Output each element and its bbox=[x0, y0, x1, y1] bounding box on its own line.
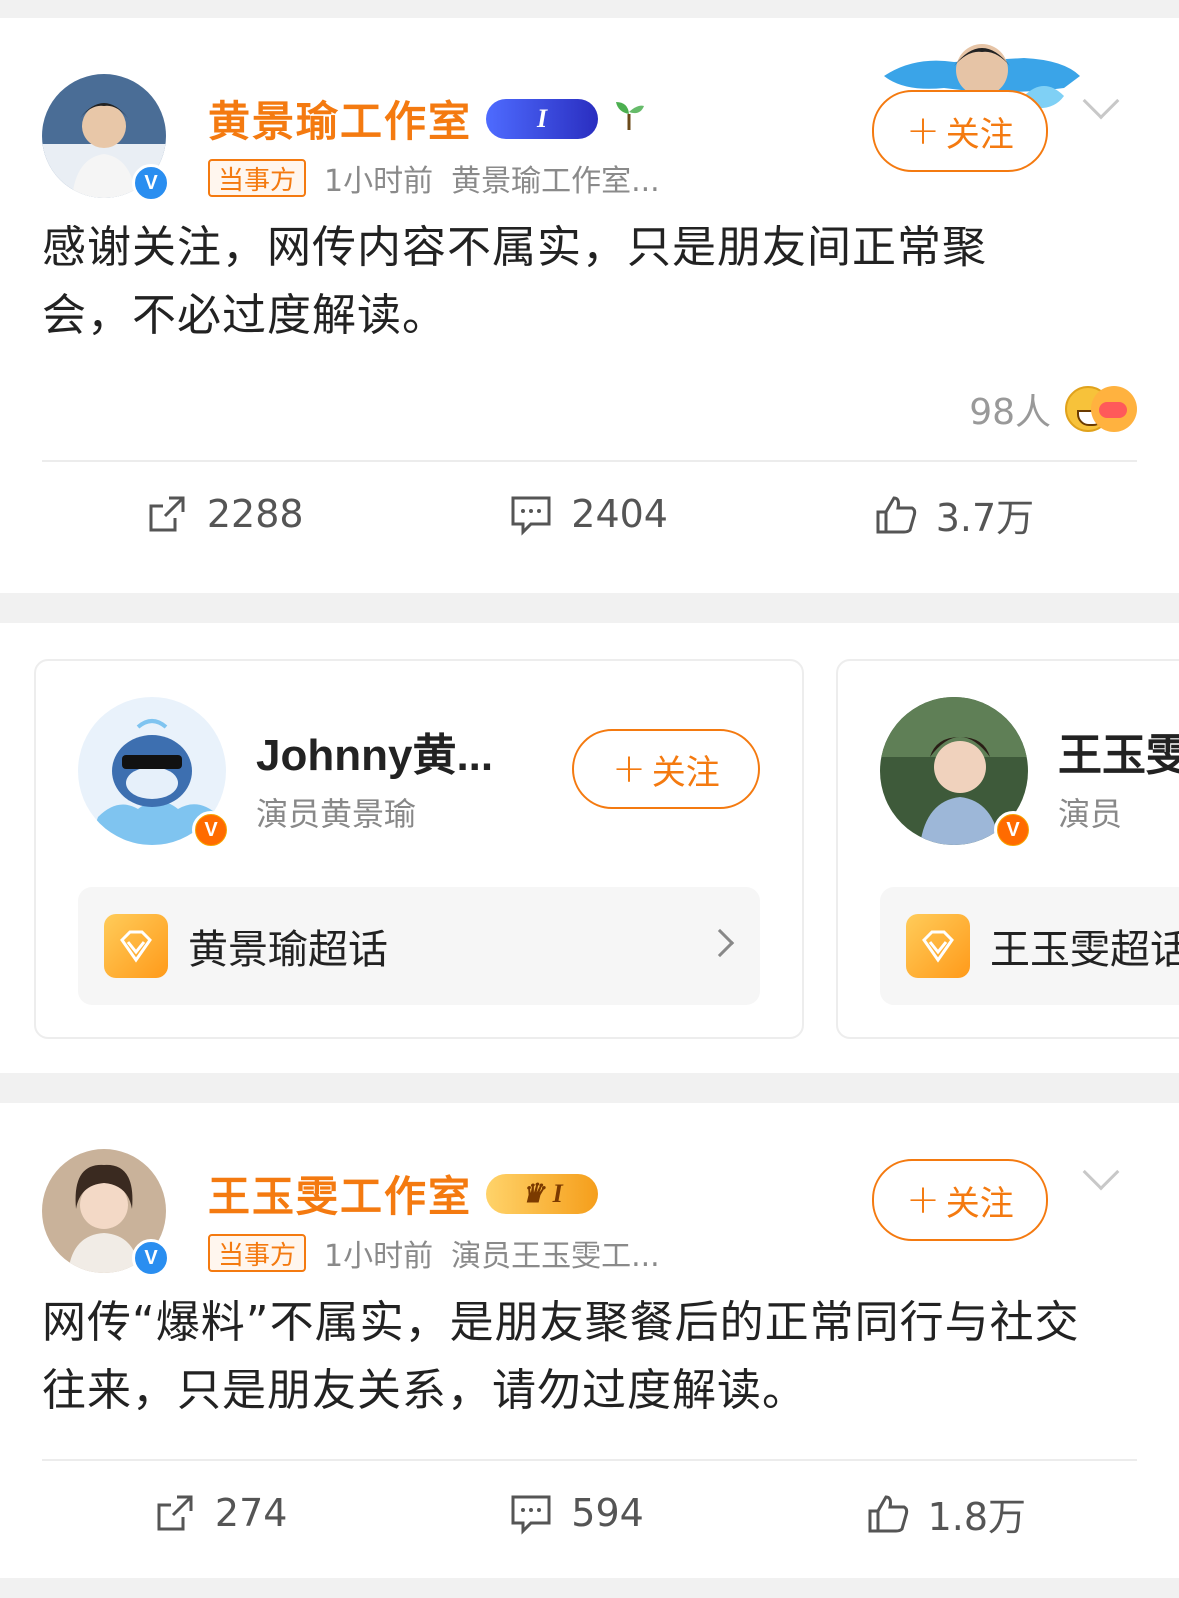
verified-badge-icon: V bbox=[132, 164, 170, 202]
plus-icon: + bbox=[906, 108, 940, 154]
avatar[interactable]: V bbox=[78, 697, 230, 849]
post-card-2: V 王玉雯工作室 ♛ I 当事方 1小时前 演员王玉雯工... + 关注 网传“爆… bbox=[0, 1103, 1179, 1578]
follow-button[interactable]: + 关注 bbox=[872, 1159, 1048, 1241]
reaction-count: 98人 bbox=[969, 392, 1051, 433]
super-topic-label: 王玉雯超话 bbox=[990, 927, 1179, 973]
whale-level-badge-icon[interactable]: I bbox=[486, 98, 599, 139]
author-row: 王玉雯工作室 ♛ I bbox=[208, 1163, 599, 1224]
post-header: V 王玉雯工作室 ♛ I 当事方 1小时前 演员王玉雯工... + 关注 bbox=[42, 1103, 1137, 1293]
comment-button[interactable]: 594 bbox=[509, 1491, 644, 1535]
comment-button[interactable]: 2404 bbox=[509, 492, 668, 536]
action-bar: 2288 2404 3.7万 bbox=[42, 462, 1137, 566]
verified-badge-icon: V bbox=[132, 1239, 170, 1277]
repost-count: 274 bbox=[214, 1491, 288, 1535]
section-gap bbox=[0, 1073, 1179, 1103]
repost-icon bbox=[157, 1495, 193, 1531]
diamond-icon bbox=[104, 914, 168, 978]
comment-icon bbox=[511, 496, 551, 536]
level-text: I bbox=[536, 103, 548, 133]
avatar[interactable]: V bbox=[880, 697, 1032, 849]
comment-count: 594 bbox=[571, 1491, 644, 1535]
follow-label: 关注 bbox=[945, 1183, 1014, 1224]
like-button[interactable]: 3.7万 bbox=[874, 487, 1034, 542]
chevron-right-icon bbox=[705, 928, 735, 958]
party-tag: 当事方 bbox=[208, 1234, 307, 1272]
meta-row: 当事方 1小时前 演员王玉雯工... bbox=[208, 1231, 660, 1275]
post-time: 1小时前 bbox=[324, 1239, 434, 1274]
like-count: 1.8万 bbox=[927, 1494, 1027, 1539]
author-name[interactable]: 黄景瑜工作室 bbox=[208, 88, 472, 149]
chevron-down-icon[interactable] bbox=[1082, 82, 1120, 120]
verified-badge-icon: V bbox=[192, 811, 230, 849]
post-content: 网传“爆料”不属实，是朋友聚餐后的正常同行与社交往来，只是朋友关系，请勿过度解读… bbox=[42, 1297, 1080, 1416]
thumbs-up-icon bbox=[876, 496, 916, 534]
recommend-card[interactable]: V 王玉雯 演员 王玉雯超话 bbox=[836, 659, 1179, 1039]
like-count: 3.7万 bbox=[935, 495, 1035, 540]
recommend-subtitle: 演员黄景瑜 bbox=[256, 795, 417, 833]
verified-badge-icon: V bbox=[994, 811, 1032, 849]
reaction-emojis bbox=[1065, 386, 1137, 432]
author-name[interactable]: 王玉雯工作室 bbox=[208, 1163, 472, 1224]
author-row: 黄景瑜工作室 I bbox=[208, 88, 646, 149]
super-topic-link[interactable]: 黄景瑜超话 bbox=[78, 887, 760, 1005]
follow-button[interactable]: + 关注 bbox=[572, 729, 760, 809]
comment-count: 2404 bbox=[571, 492, 668, 536]
comment-icon bbox=[511, 1495, 551, 1535]
diamond-icon bbox=[906, 914, 970, 978]
super-topic-label: 黄景瑜超话 bbox=[188, 927, 388, 973]
repost-count: 2288 bbox=[206, 492, 304, 536]
recommend-section: V Johnny黄... 演员黄景瑜 + 关注 黄景瑜超话 V 王玉雯 演员 王… bbox=[0, 623, 1179, 1073]
post-source: 黄景瑜工作室... bbox=[451, 164, 660, 199]
recommend-name[interactable]: Johnny黄... bbox=[256, 719, 493, 783]
recommend-card[interactable]: V Johnny黄... 演员黄景瑜 + 关注 黄景瑜超话 bbox=[34, 659, 804, 1039]
section-gap bbox=[0, 593, 1179, 623]
post-time: 1小时前 bbox=[324, 164, 434, 199]
like-button[interactable]: 1.8万 bbox=[866, 1486, 1026, 1541]
crown-level-badge-icon[interactable]: ♛ I bbox=[486, 1173, 599, 1214]
crown-icon: ♛ bbox=[521, 1178, 545, 1208]
level-text: I bbox=[552, 1178, 563, 1208]
hug-emoji-icon bbox=[1091, 386, 1137, 432]
recommend-subtitle: 演员 bbox=[1058, 795, 1123, 833]
plus-icon: + bbox=[612, 746, 646, 792]
avatar[interactable]: V bbox=[42, 1149, 170, 1277]
super-topic-link[interactable]: 王玉雯超话 bbox=[880, 887, 1179, 1005]
reaction-summary[interactable]: 98人 bbox=[42, 364, 1137, 454]
action-bar: 274 594 1.8万 bbox=[42, 1461, 1137, 1565]
follow-label: 关注 bbox=[651, 752, 720, 793]
post-header: V 黄景瑜工作室 I 当事方 1小时前 黄景瑜工作室... + 关注 bbox=[42, 18, 1137, 208]
follow-label: 关注 bbox=[945, 114, 1014, 155]
repost-button[interactable]: 274 bbox=[153, 1491, 288, 1535]
thumbs-up-icon bbox=[868, 1495, 908, 1533]
sprout-icon bbox=[612, 98, 646, 140]
avatar[interactable]: V bbox=[42, 74, 170, 202]
party-tag: 当事方 bbox=[208, 159, 307, 197]
follow-button[interactable]: + 关注 bbox=[872, 90, 1048, 172]
repost-button[interactable]: 2288 bbox=[145, 492, 304, 536]
post-source: 演员王玉雯工... bbox=[451, 1239, 660, 1274]
repost-icon bbox=[149, 496, 185, 532]
plus-icon: + bbox=[906, 1177, 940, 1223]
recommend-name[interactable]: 王玉雯 bbox=[1058, 719, 1179, 783]
chevron-down-icon[interactable] bbox=[1082, 1153, 1120, 1191]
post-card-1: V 黄景瑜工作室 I 当事方 1小时前 黄景瑜工作室... + 关注 感谢关注，… bbox=[0, 18, 1179, 593]
post-content: 感谢关注，网传内容不属实，只是朋友间正常聚会，不必过度解读。 bbox=[42, 222, 987, 341]
meta-row: 当事方 1小时前 黄景瑜工作室... bbox=[208, 156, 660, 200]
